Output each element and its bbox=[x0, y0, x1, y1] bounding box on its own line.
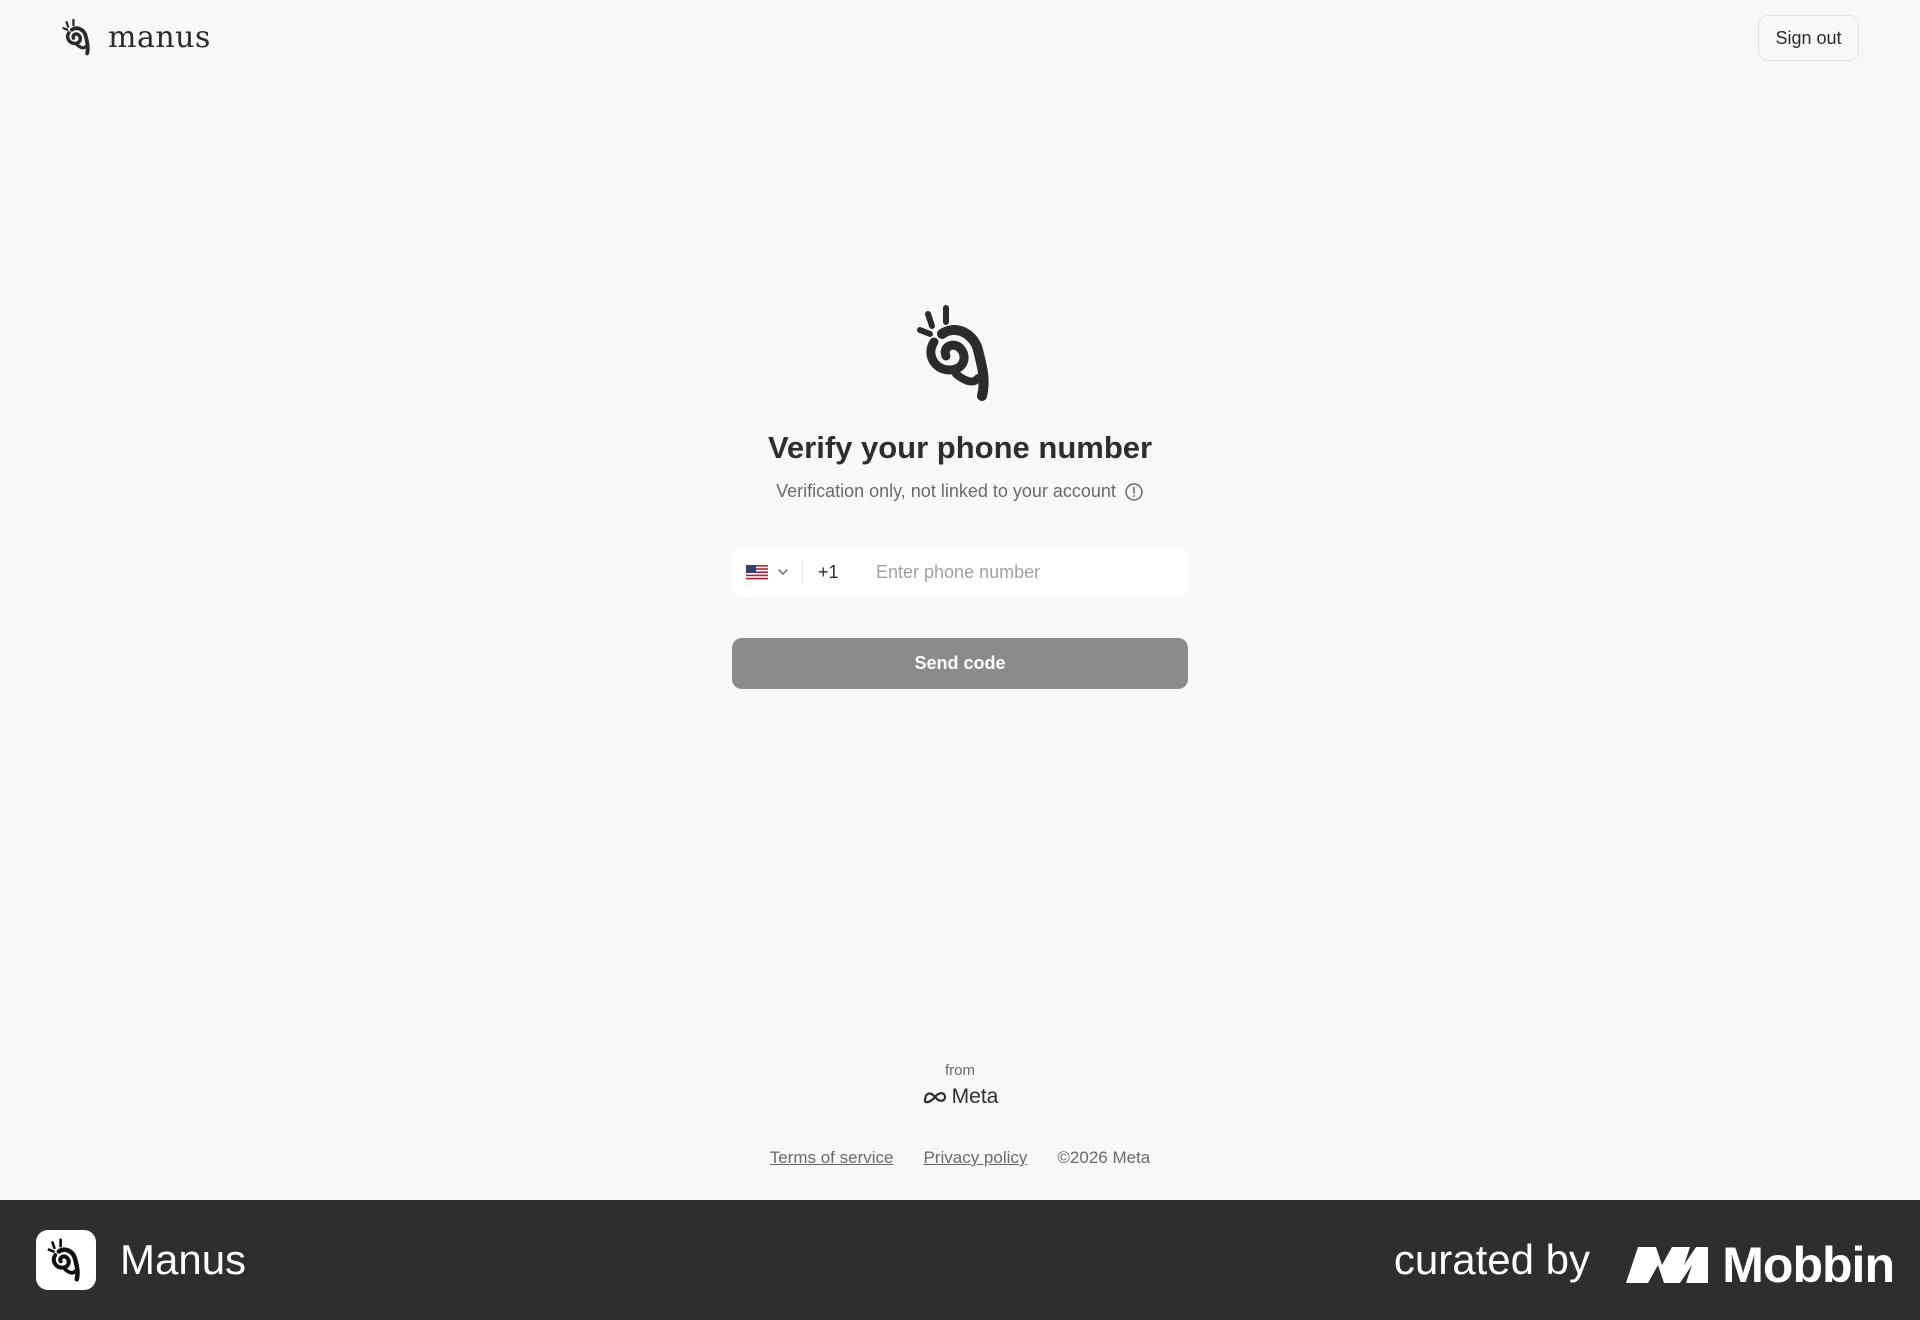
divider bbox=[802, 560, 803, 584]
attribution-bar: Manus curated by Mobbin bbox=[0, 1200, 1920, 1320]
country-selector[interactable] bbox=[732, 547, 790, 597]
dial-code: +1 bbox=[818, 561, 839, 582]
app-name: Manus bbox=[120, 1236, 247, 1283]
subtitle-row: Verification only, not linked to your ac… bbox=[0, 481, 1920, 502]
copyright-text: ©2026 Meta bbox=[1057, 1148, 1151, 1167]
mobbin-brand: Mobbin bbox=[1626, 1236, 1895, 1294]
brand-wordmark: manus bbox=[108, 19, 211, 55]
brand[interactable]: manus bbox=[62, 18, 211, 56]
mobbin-logo-icon bbox=[1626, 1247, 1709, 1283]
chevron-down-icon bbox=[778, 569, 788, 575]
footer-links: Terms of service Privacy policy ©2026 Me… bbox=[0, 1148, 1920, 1168]
phone-field: +1 bbox=[732, 547, 1188, 597]
manus-app-logo-icon bbox=[47, 1238, 80, 1282]
page-title: Verify your phone number bbox=[767, 430, 1153, 465]
meta-brand: Meta bbox=[0, 1085, 1920, 1109]
manus-logo-icon bbox=[62, 18, 90, 56]
subtitle-text: Verification only, not linked to your ac… bbox=[776, 481, 1116, 501]
top-bar: manus Sign out bbox=[0, 0, 1920, 76]
phone-number-input[interactable] bbox=[876, 561, 1176, 583]
send-code-button[interactable]: Send code bbox=[732, 638, 1188, 689]
terms-of-service-link[interactable]: Terms of service bbox=[770, 1148, 894, 1168]
app-icon bbox=[36, 1230, 96, 1290]
mobbin-wordmark: Mobbin bbox=[1722, 1237, 1895, 1293]
sign-out-button[interactable]: Sign out bbox=[1758, 15, 1859, 61]
us-flag-icon bbox=[746, 564, 768, 580]
info-icon[interactable] bbox=[1124, 482, 1144, 502]
from-label: from bbox=[945, 1062, 975, 1079]
curated-by-label: curated by bbox=[1393, 1236, 1590, 1283]
meta-logo-icon bbox=[923, 1092, 946, 1104]
privacy-policy-link[interactable]: Privacy policy bbox=[923, 1148, 1027, 1168]
manus-hero-logo-icon bbox=[917, 305, 989, 401]
meta-wordmark: Meta bbox=[951, 1085, 999, 1108]
